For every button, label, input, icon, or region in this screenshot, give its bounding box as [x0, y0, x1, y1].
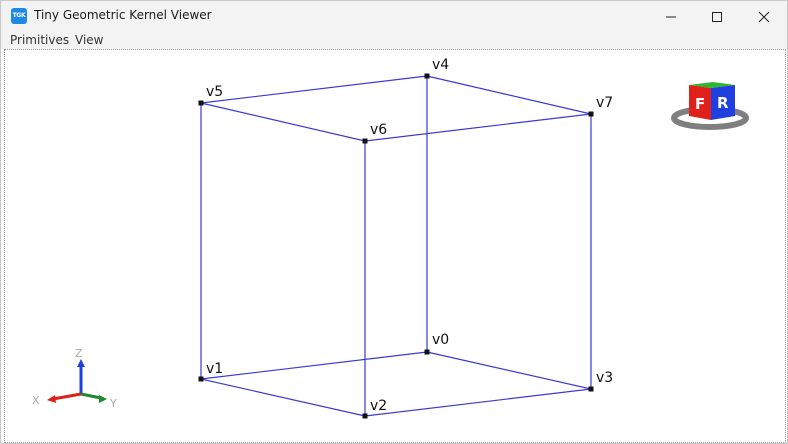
vertex-label-v1: v1 — [206, 361, 223, 377]
vertex-v5[interactable] — [198, 100, 204, 106]
axis-triad: Z X Y — [32, 347, 117, 410]
view-cube[interactable]: F R — [671, 82, 749, 130]
vertex-v6[interactable] — [362, 138, 368, 144]
y-axis — [80, 392, 102, 400]
axis-y-label: Y — [109, 397, 117, 410]
vertex-v1[interactable] — [198, 376, 204, 382]
edge-v2-v3 — [364, 388, 592, 417]
vertex-label-v4: v4 — [432, 57, 449, 73]
scene-canvas: v0 v1 v2 v3 v4 v5 v6 v7 F R Z X Y — [32, 57, 749, 419]
vertex-label-v3: v3 — [596, 370, 613, 386]
x-axis-arrow-icon — [47, 395, 56, 403]
vertex-label-v7: v7 — [596, 95, 613, 111]
vertex-label-v2: v2 — [370, 398, 387, 414]
edge-v4-v5 — [200, 75, 428, 104]
edge-v1-v2 — [200, 378, 366, 417]
cube-edges — [200, 75, 592, 417]
x-axis — [52, 392, 82, 401]
edge-v7-v4 — [426, 75, 592, 115]
vertex-markers — [198, 73, 594, 419]
edge-v0-v1 — [200, 351, 428, 380]
vertex-v4[interactable] — [424, 73, 430, 79]
vertex-v7[interactable] — [588, 111, 594, 117]
vertex-v3[interactable] — [588, 386, 594, 392]
vertex-v2[interactable] — [362, 413, 368, 419]
edge-v6-v7 — [364, 113, 592, 142]
edge-v3-v0 — [426, 351, 592, 390]
y-axis-arrow-icon — [99, 395, 107, 403]
edge-v5-v6 — [200, 102, 366, 142]
view-cube-right-label: R — [717, 94, 729, 112]
axis-z-label: Z — [75, 347, 83, 360]
z-axis-arrow-icon — [77, 359, 85, 367]
vertex-label-v5: v5 — [206, 84, 223, 100]
axis-x-label: X — [32, 394, 40, 407]
view-cube-front-label: F — [695, 95, 705, 113]
vertex-label-v0: v0 — [432, 332, 449, 348]
vertex-label-v6: v6 — [370, 122, 387, 138]
vertex-v0[interactable] — [424, 349, 430, 355]
app-window: TGK Tiny Geometric Kernel Viewer Primiti… — [0, 0, 788, 444]
